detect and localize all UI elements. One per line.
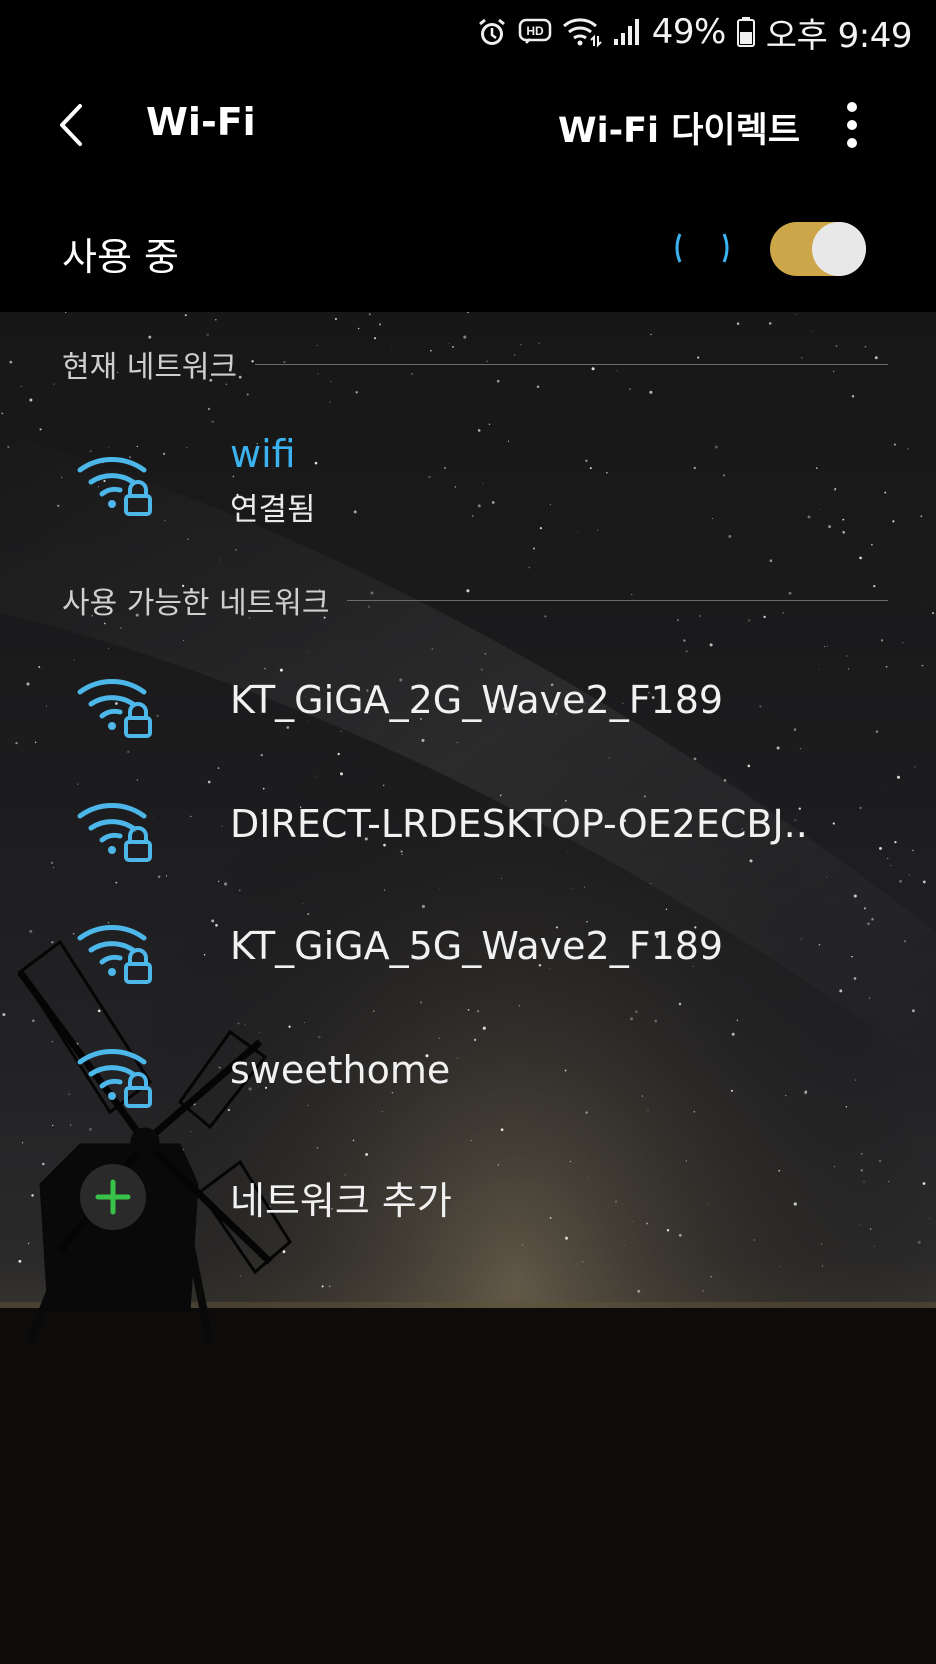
network-item[interactable]: DIRECT-LRDESKTOP-OE2ECBJ.. — [0, 774, 936, 884]
wifi-secured-icon — [77, 1049, 152, 1108]
more-options-button[interactable] — [842, 98, 862, 152]
network-name: sweethome — [230, 1048, 451, 1092]
network-item[interactable]: KT_GiGA_2G_Wave2_F189 — [0, 650, 936, 760]
wifi-data-icon — [562, 16, 602, 48]
available-networks-header: 사용 가능한 네트워크 — [62, 578, 888, 622]
current-network-header: 현재 네트워크 — [62, 342, 888, 386]
back-button[interactable] — [50, 100, 94, 150]
clock: 오후 9:49 — [765, 15, 913, 56]
toggle-knob — [812, 222, 866, 276]
network-item[interactable]: KT_GiGA_5G_Wave2_F189 — [0, 896, 936, 1006]
section-title: 현재 네트워크 — [62, 350, 238, 385]
divider — [255, 363, 888, 365]
add-icon — [80, 1164, 146, 1230]
network-name: DIRECT-LRDESKTOP-OE2ECBJ.. — [230, 802, 808, 846]
status-bar: HD 49% 오후 9:49 — [0, 0, 936, 64]
connection-status: 연결됨 — [230, 492, 316, 528]
network-list-panel: 현재 네트워크 wifi 연결됨 사용 가능한 네트워크 KT_GiGA_2G_ — [0, 312, 936, 1664]
wifi-secured-icon — [77, 803, 152, 862]
signal-icon — [612, 17, 642, 47]
current-network-item[interactable]: wifi 연결됨 — [0, 430, 936, 540]
wifi-secured-icon — [77, 457, 152, 516]
wifi-direct-button[interactable]: Wi-Fi 다이렉트 — [558, 102, 800, 153]
wifi-master-switch-row[interactable]: 사용 중 — [0, 186, 936, 312]
scanning-indicator-icon — [675, 233, 729, 263]
hd-voice-icon: HD — [518, 17, 552, 47]
network-item[interactable]: sweethome — [0, 1020, 936, 1130]
network-name: wifi — [230, 432, 296, 476]
battery-percent: 49% — [651, 12, 727, 52]
section-title: 사용 가능한 네트워크 — [62, 586, 330, 621]
divider — [347, 599, 888, 601]
wifi-secured-icon — [77, 925, 152, 984]
network-name: KT_GiGA_5G_Wave2_F189 — [230, 924, 724, 968]
add-network-label: 네트워크 추가 — [230, 1179, 452, 1223]
switch-label: 사용 중 — [62, 235, 179, 279]
more-vert-icon — [847, 102, 857, 148]
add-network-button[interactable]: 네트워크 추가 — [0, 1142, 936, 1252]
network-name: KT_GiGA_2G_Wave2_F189 — [230, 678, 724, 722]
battery-icon — [736, 16, 756, 48]
page-title: Wi-Fi — [146, 100, 256, 144]
svg-text:HD: HD — [526, 24, 544, 38]
wifi-toggle[interactable] — [770, 222, 866, 276]
app-bar: Wi-Fi Wi-Fi 다이렉트 — [0, 64, 936, 186]
wifi-secured-icon — [77, 679, 152, 738]
back-icon — [60, 104, 82, 146]
alarm-icon — [476, 16, 508, 48]
